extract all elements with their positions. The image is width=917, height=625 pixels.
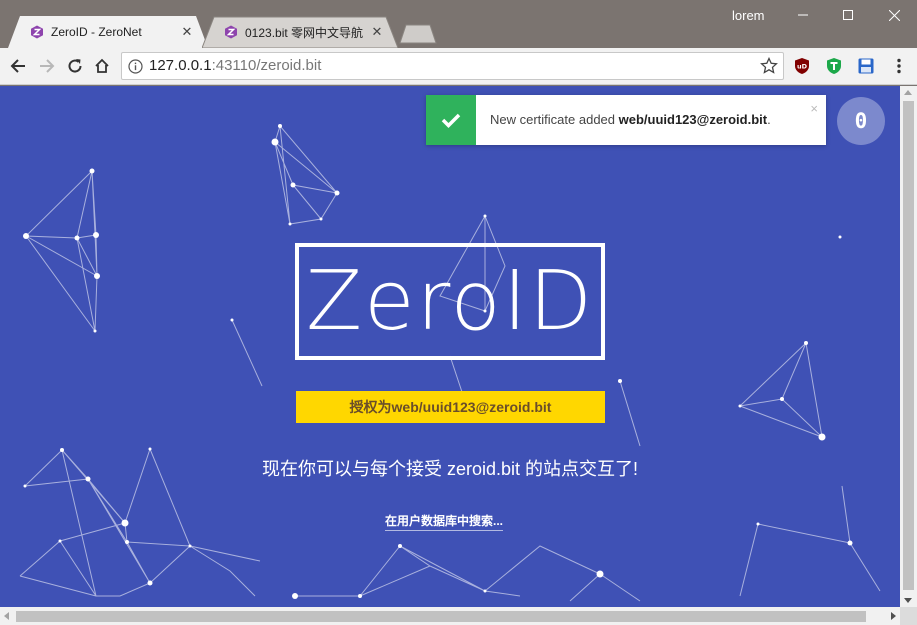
tab-zeroid[interactable]: ZeroID - ZeroNet ✕ bbox=[8, 16, 208, 48]
address-bar[interactable]: 127.0.0.1:43110/zeroid.bit bbox=[121, 52, 784, 80]
auth-status-bar: 授权为web/uuid123@zeroid.bit bbox=[296, 391, 605, 423]
vertical-scrollbar[interactable] bbox=[900, 86, 917, 607]
zeroid-logo: ZeroID bbox=[295, 243, 605, 360]
url-path: :43110/zeroid.bit bbox=[211, 57, 322, 74]
minimize-icon bbox=[798, 14, 808, 16]
minimize-button[interactable] bbox=[780, 0, 826, 30]
arrow-left-icon bbox=[10, 59, 25, 73]
zeronet-badge[interactable]: 0 bbox=[837, 97, 885, 145]
home-button[interactable] bbox=[90, 54, 114, 78]
search-user-database-link[interactable]: 在用户数据库中搜索... bbox=[385, 512, 504, 531]
svg-text:uD: uD bbox=[797, 63, 808, 71]
scroll-up-icon[interactable] bbox=[904, 90, 912, 95]
browser-toolbar: 127.0.0.1:43110/zeroid.bit uD bbox=[0, 48, 917, 85]
logo-text: ZeroID bbox=[305, 253, 595, 349]
tab-0123[interactable]: 0123.bit 零网中文导航 - ✕ bbox=[202, 16, 398, 48]
tampermonkey-icon[interactable] bbox=[825, 57, 843, 75]
scroll-down-icon[interactable] bbox=[904, 598, 912, 603]
notification: New certificate added web/uuid123@zeroid… bbox=[426, 95, 826, 145]
maximize-icon bbox=[843, 10, 853, 20]
ublock-icon[interactable]: uD bbox=[793, 57, 811, 75]
arrow-right-icon bbox=[40, 59, 55, 73]
kebab-menu-icon bbox=[897, 58, 901, 74]
vertical-scroll-thumb[interactable] bbox=[903, 101, 914, 590]
menu-button[interactable] bbox=[887, 54, 911, 78]
tab-close-icon[interactable]: ✕ bbox=[370, 24, 384, 40]
tab-title: ZeroID - ZeroNet bbox=[51, 25, 142, 39]
url-text[interactable]: 127.0.0.1:43110/zeroid.bit bbox=[149, 53, 321, 79]
title-bar: ZeroID - ZeroNet ✕ 0123.bit 零网中文导航 - ✕ l… bbox=[0, 0, 917, 48]
url-host: 127.0.0.1 bbox=[149, 57, 212, 74]
horizontal-scrollbar[interactable] bbox=[0, 607, 900, 625]
star-icon[interactable] bbox=[760, 57, 778, 75]
home-icon bbox=[95, 58, 109, 73]
reload-button[interactable] bbox=[63, 54, 87, 78]
notification-status bbox=[426, 95, 476, 145]
forward-button[interactable] bbox=[35, 54, 59, 78]
zeronet-favicon-icon bbox=[31, 25, 43, 39]
close-icon bbox=[888, 9, 900, 21]
certificate-name: web/uuid123@zeroid.bit bbox=[618, 112, 768, 127]
reload-icon bbox=[68, 59, 82, 73]
window-user-label[interactable]: lorem bbox=[732, 8, 765, 23]
notification-message: New certificate added bbox=[490, 112, 619, 127]
success-message: 现在你可以与每个接受 zeroid.bit 的站点交互了! bbox=[261, 459, 639, 479]
page-content: ZeroID 授权为web/uuid123@zeroid.bit 现在你可以与每… bbox=[0, 86, 900, 607]
new-tab-button[interactable] bbox=[398, 24, 438, 44]
save-icon[interactable] bbox=[857, 57, 875, 75]
close-window-button[interactable] bbox=[871, 0, 917, 30]
scroll-left-icon[interactable] bbox=[4, 612, 9, 620]
scroll-right-icon[interactable] bbox=[891, 612, 896, 620]
maximize-button[interactable] bbox=[825, 0, 871, 30]
tab-close-icon[interactable]: ✕ bbox=[180, 24, 194, 40]
zeronet-favicon-icon bbox=[225, 25, 237, 39]
scrollbar-corner bbox=[900, 607, 917, 625]
notification-text: New certificate added web/uuid123@zeroid… bbox=[490, 95, 771, 145]
checkmark-icon bbox=[441, 113, 461, 128]
notification-close-icon[interactable]: × bbox=[810, 101, 818, 116]
notification-suffix: . bbox=[767, 112, 771, 127]
tab-title: 0123.bit 零网中文导航 - bbox=[245, 25, 363, 40]
horizontal-scroll-thumb[interactable] bbox=[16, 611, 866, 622]
back-button[interactable] bbox=[6, 54, 30, 78]
info-icon[interactable] bbox=[128, 59, 143, 74]
